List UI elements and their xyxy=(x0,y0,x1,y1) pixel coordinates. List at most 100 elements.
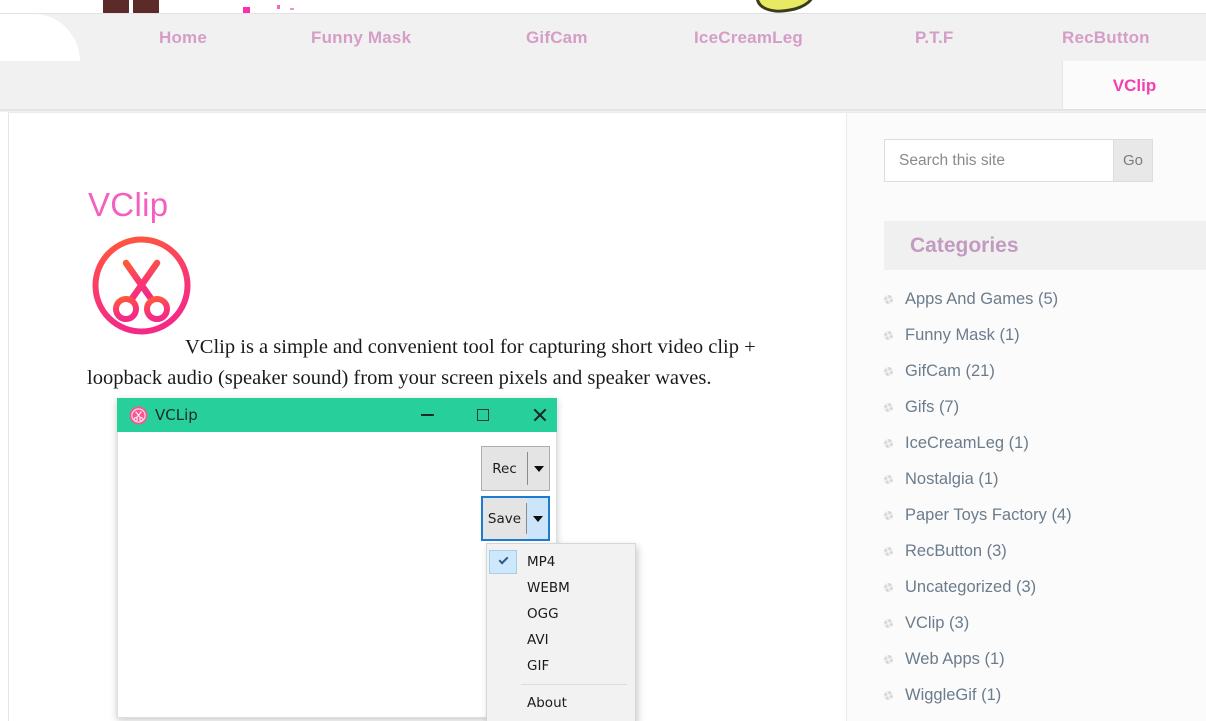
minimize-button[interactable] xyxy=(404,398,450,432)
category-count: (4) xyxy=(1051,506,1071,525)
category-count: (1) xyxy=(981,686,1001,705)
menu-item-avi[interactable]: AVI xyxy=(487,627,635,653)
page-body: VClip xyxy=(8,112,1206,721)
menu-item-ogg-label: OGG xyxy=(527,606,559,622)
list-item[interactable]: Gifs (7) xyxy=(884,389,1206,425)
category-count: (3) xyxy=(1016,578,1036,597)
vclip-window: VCLip Rec xyxy=(117,398,557,718)
category-count: (7) xyxy=(939,398,959,417)
close-button[interactable] xyxy=(516,398,562,432)
menu-item-about[interactable]: About xyxy=(487,690,635,716)
format-dropdown-menu: MP4 WEBM OGG AVI xyxy=(486,543,636,721)
category-label: Nostalgia xyxy=(905,470,974,489)
categories-list: Apps And Games (5) Funny Mask (1) GifCam… xyxy=(884,281,1206,713)
bullet-icon xyxy=(884,583,893,592)
maximize-icon xyxy=(477,409,489,421)
vclip-window-title: VCLip xyxy=(155,406,198,424)
category-label: Gifs xyxy=(905,398,934,417)
menu-item-webm[interactable]: WEBM xyxy=(487,575,635,601)
list-item[interactable]: GifCam (21) xyxy=(884,353,1206,389)
minimize-icon xyxy=(421,414,434,416)
menu-item-avi-label: AVI xyxy=(527,632,549,648)
category-count: (3) xyxy=(949,614,969,633)
site-search: Go xyxy=(884,139,1153,182)
bullet-icon xyxy=(884,511,893,520)
sub-nav-bar: VClip xyxy=(0,61,1206,111)
list-item[interactable]: Funny Mask (1) xyxy=(884,317,1206,353)
nav-item-funny-mask[interactable]: Funny Mask xyxy=(311,28,411,48)
menu-item-gif[interactable]: GIF xyxy=(487,653,635,679)
nav-item-recbutton[interactable]: RecButton xyxy=(1062,28,1150,48)
category-label: RecButton xyxy=(905,542,982,561)
tab-vclip-active[interactable]: VClip xyxy=(1062,61,1206,111)
list-item[interactable]: Paper Toys Factory (4) xyxy=(884,497,1206,533)
search-input[interactable] xyxy=(884,139,1113,182)
menu-separator xyxy=(521,684,627,685)
maximize-button[interactable] xyxy=(460,398,506,432)
bullet-icon xyxy=(884,619,893,628)
page-title: VClip xyxy=(88,186,168,224)
main-nav-bar: Home Funny Mask GifCam IceCreamLeg P.T.F… xyxy=(0,13,1206,61)
page-root: Home Funny Mask GifCam IceCreamLeg P.T.F… xyxy=(0,0,1206,721)
save-button-label: Save xyxy=(483,498,526,539)
bullet-icon xyxy=(884,547,893,556)
category-label: GifCam xyxy=(905,362,961,381)
nav-item-ptf[interactable]: P.T.F xyxy=(915,28,953,48)
chevron-down-icon xyxy=(534,466,544,472)
bullet-icon xyxy=(884,295,893,304)
bullet-icon xyxy=(884,655,893,664)
category-count: (1) xyxy=(985,650,1005,669)
bullet-icon xyxy=(884,691,893,700)
list-item[interactable]: IceCreamLeg (1) xyxy=(884,425,1206,461)
category-count: (1) xyxy=(999,326,1019,345)
category-count: (3) xyxy=(987,542,1007,561)
sidebar: Go Categories Apps And Games (5) Funny M… xyxy=(847,113,1206,721)
categories-heading: Categories xyxy=(884,221,1206,270)
list-item[interactable]: VClip (3) xyxy=(884,605,1206,641)
category-count: (1) xyxy=(978,470,998,489)
rec-button-label: Rec xyxy=(482,447,527,490)
search-go-button[interactable]: Go xyxy=(1113,139,1153,182)
scissors-in-circle-icon xyxy=(89,233,194,338)
save-split-button[interactable]: Save xyxy=(481,496,550,541)
category-label: Funny Mask xyxy=(905,326,995,345)
category-label: Apps And Games xyxy=(905,290,1033,309)
bullet-icon xyxy=(884,439,893,448)
list-item[interactable]: Uncategorized (3) xyxy=(884,569,1206,605)
article-column: VClip xyxy=(9,113,846,721)
menu-item-mp4[interactable]: MP4 xyxy=(487,549,635,575)
list-item[interactable]: WiggleGif (1) xyxy=(884,677,1206,713)
menu-item-gif-label: GIF xyxy=(527,658,549,674)
bullet-icon xyxy=(884,331,893,340)
rec-dropdown-arrow[interactable] xyxy=(528,447,549,490)
mp4-check-highlight xyxy=(489,550,517,574)
save-dropdown-arrow[interactable] xyxy=(527,498,548,539)
category-label: Paper Toys Factory xyxy=(905,506,1047,525)
nav-items: Home Funny Mask GifCam IceCreamLeg P.T.F… xyxy=(0,14,1206,62)
nav-item-icecreamleg[interactable]: IceCreamLeg xyxy=(694,28,803,48)
list-item[interactable]: Web Apps (1) xyxy=(884,641,1206,677)
check-icon xyxy=(499,555,509,565)
menu-item-ogg[interactable]: OGG xyxy=(487,601,635,627)
list-item[interactable]: Apps And Games (5) xyxy=(884,281,1206,317)
vclip-app-screenshot: VCLip Rec xyxy=(109,387,669,721)
category-label: VClip xyxy=(905,614,944,633)
banner-pink-dash xyxy=(290,8,294,10)
vclip-app-icon xyxy=(129,406,148,425)
chevron-down-icon xyxy=(533,516,543,522)
list-item[interactable]: RecButton (3) xyxy=(884,533,1206,569)
format-menu-list: MP4 WEBM OGG AVI xyxy=(487,544,635,716)
category-label: Web Apps xyxy=(905,650,980,669)
list-item[interactable]: Nostalgia (1) xyxy=(884,461,1206,497)
vclip-title-bar: VCLip xyxy=(117,398,557,432)
cake-graphic xyxy=(103,0,161,14)
menu-item-webm-label: WEBM xyxy=(527,580,570,596)
nav-item-home[interactable]: Home xyxy=(159,28,207,48)
bullet-icon xyxy=(884,403,893,412)
banner-pink-dot-small xyxy=(277,5,280,9)
nav-item-gifcam[interactable]: GifCam xyxy=(526,28,588,48)
category-count: (1) xyxy=(1009,434,1029,453)
rec-split-button[interactable]: Rec xyxy=(481,446,550,491)
menu-item-about-label: About xyxy=(527,695,567,711)
category-label: IceCreamLeg xyxy=(905,434,1004,453)
